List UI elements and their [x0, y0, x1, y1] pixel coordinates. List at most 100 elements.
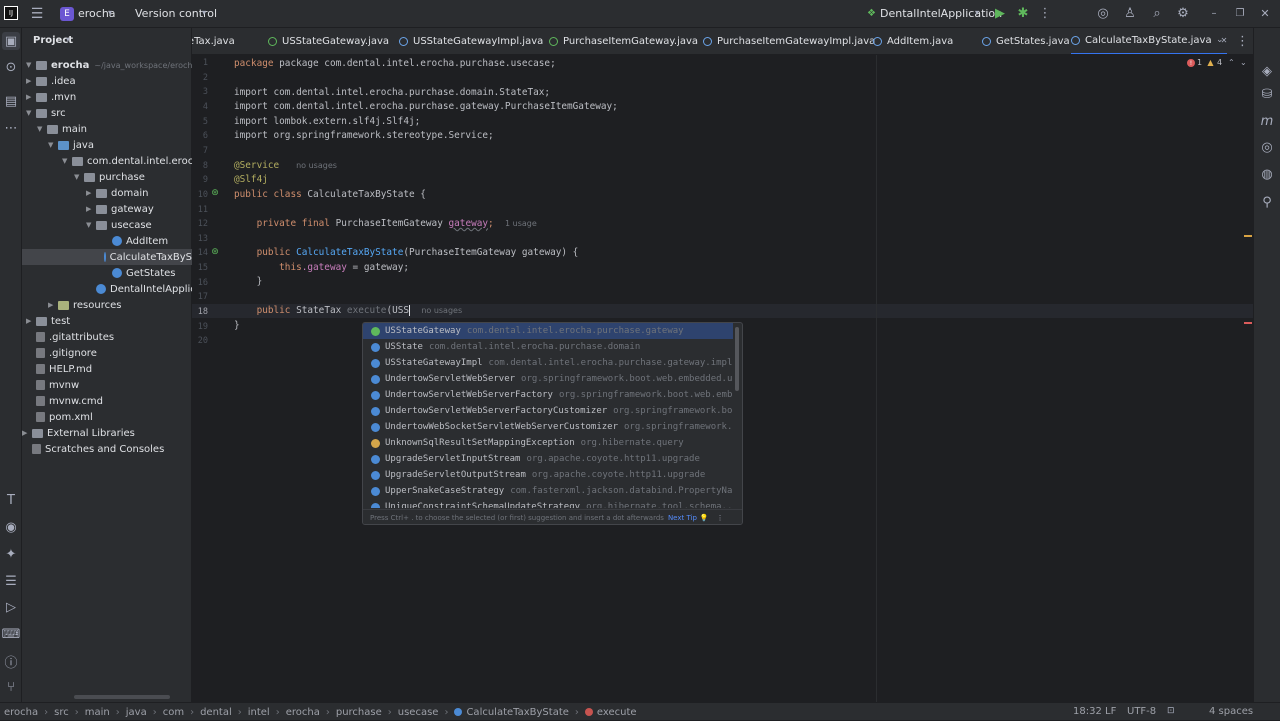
debug-icon[interactable]: ✱ [1016, 6, 1030, 21]
database-tool-icon[interactable]: ☰ [3, 573, 19, 589]
tree-item[interactable]: pom.xml [22, 409, 93, 425]
tree-item[interactable]: HELP.md [22, 361, 92, 377]
tree-item[interactable]: ▼ erocha ~/java_workspace/erocha [22, 57, 192, 73]
tree-item[interactable]: GetStates [22, 265, 176, 281]
plugins-tool-icon[interactable]: ✦ [3, 546, 19, 562]
chevron-right-icon[interactable]: ▶ [26, 77, 36, 85]
editor-tab[interactable]: AddItem.java [873, 28, 953, 54]
chevron-down-icon[interactable]: ⌄ [1240, 58, 1247, 67]
services-tool-icon[interactable]: ◉ [3, 519, 19, 535]
tree-item[interactable]: ▶ .mvn [22, 89, 76, 105]
tree-item[interactable]: ▼ src [22, 105, 66, 121]
tree-item[interactable]: ▶ test [22, 313, 70, 329]
breadcrumb-item[interactable]: main [85, 707, 110, 718]
chevron-down-icon[interactable]: ▼ [86, 221, 96, 229]
settings-icon[interactable]: ⚙ [1176, 6, 1190, 21]
more-icon[interactable]: ⋮ [1039, 6, 1052, 21]
tree-item[interactable]: ▶ gateway [22, 201, 154, 217]
build-tool-icon[interactable]: T [3, 492, 19, 508]
ai-assistant-icon[interactable]: ◎ [1096, 6, 1110, 21]
chevron-up-icon[interactable]: ⌃ [1228, 58, 1235, 67]
chevron-right-icon[interactable]: ▶ [48, 301, 58, 309]
tree-item[interactable]: ▶ domain [22, 185, 148, 201]
completion-item[interactable]: UndertowServletWebServer org.springframew… [363, 371, 733, 387]
editor-tab[interactable]: teTax.java [192, 28, 235, 54]
chevron-down-icon[interactable]: ▼ [62, 157, 72, 165]
completion-item[interactable]: UpgradeServletOutputStream org.apache.coy… [363, 467, 733, 483]
search-icon[interactable]: ⌕ [1150, 6, 1164, 21]
tree-item[interactable]: .gitattributes [22, 329, 114, 345]
warning-icon[interactable]: ▲ [1206, 58, 1215, 67]
editor-tab[interactable]: USStateGateway.java [268, 28, 389, 54]
tree-item[interactable]: CalculateTaxByS [22, 249, 192, 265]
line-separator[interactable]: LF [1105, 706, 1116, 717]
ai-chat-icon[interactable]: ◎ [1259, 139, 1275, 155]
editor-tab[interactable]: PurchaseItemGatewayImpl.java [703, 28, 875, 54]
warning-stripe-marker[interactable] [1244, 235, 1252, 237]
more-tools-icon[interactable]: ⋯ [3, 120, 19, 136]
more-icon[interactable]: ⋮ [1236, 34, 1249, 49]
breadcrumb-item[interactable]: dental [200, 707, 232, 718]
more-icon[interactable]: ⋮ [717, 514, 724, 522]
maven-icon[interactable]: m [1259, 113, 1275, 129]
gradle-icon[interactable]: ◍ [1259, 166, 1275, 182]
tree-item[interactable]: mvnw [22, 377, 79, 393]
tab-list-icon[interactable]: ⌄ [1216, 35, 1224, 45]
chevron-right-icon[interactable]: ▶ [86, 189, 96, 197]
tree-item[interactable]: ▼ usecase [22, 217, 152, 233]
error-count[interactable]: 1 [1197, 58, 1202, 67]
breadcrumb-item[interactable]: src [54, 707, 69, 718]
notifications-icon[interactable]: ◈ [1259, 63, 1275, 79]
breadcrumb-item[interactable]: usecase [398, 707, 439, 718]
chevron-down-icon[interactable]: ▼ [26, 109, 36, 117]
warning-count[interactable]: 4 [1217, 58, 1222, 67]
tree-item[interactable]: DentalIntelApplication [22, 281, 192, 297]
tree-item[interactable]: ▶ .idea [22, 73, 76, 89]
indent-setting[interactable]: 4 spaces [1209, 706, 1253, 717]
tree-item[interactable]: .gitignore [22, 345, 97, 361]
project-tool-icon[interactable]: ▣ [2, 32, 20, 50]
chevron-right-icon[interactable]: ▶ [86, 205, 96, 213]
breadcrumb-item[interactable]: execute [597, 707, 637, 718]
chevron-down-icon[interactable]: ▼ [74, 173, 84, 181]
chevron-down-icon[interactable]: ▼ [37, 125, 47, 133]
completion-item[interactable]: UniqueConstraintSchemaUpdateStrategy org.… [363, 499, 733, 508]
completion-item[interactable]: UndertowServletWebServerFactoryCustomize… [363, 403, 733, 419]
lock-icon[interactable]: ⊡ [1167, 706, 1175, 716]
completion-item[interactable]: UpgradeServletInputStream org.apache.coyo… [363, 451, 733, 467]
editor-tab[interactable]: USStateGatewayImpl.java [399, 28, 543, 54]
restore-icon[interactable]: ❐ [1233, 6, 1247, 20]
completion-item[interactable]: UndertowWebSocketServletWebServerCustomi… [363, 419, 733, 435]
run-tool-icon[interactable]: ▷ [3, 599, 19, 615]
completion-item[interactable]: USStateGatewayImpl com.dental.intel.eroch… [363, 355, 733, 371]
tree-item[interactable]: ▼ main [22, 121, 87, 137]
editor-tab[interactable]: PurchaseItemGateway.java [549, 28, 698, 54]
tree-item[interactable]: Scratches and Consoles [22, 441, 164, 457]
breadcrumb-item[interactable]: erocha [286, 707, 320, 718]
chevron-right-icon[interactable]: ▶ [26, 93, 36, 101]
main-menu-icon[interactable]: ☰ [28, 5, 46, 23]
breadcrumb-item[interactable]: erocha [4, 707, 38, 718]
error-stripe-marker[interactable] [1244, 322, 1252, 324]
editor-tab[interactable]: CalculateTaxByState.java ✕ [1071, 28, 1228, 54]
completion-item[interactable]: USStateGateway com.dental.intel.erocha.pu… [363, 323, 733, 339]
tree-item[interactable]: ▶ External Libraries [22, 425, 135, 441]
run-config-selector[interactable]: DentalIntelApplication [880, 7, 1002, 20]
structure-tool-icon[interactable]: ▤ [3, 93, 19, 109]
completion-item[interactable]: UpperSnakeCaseStrategy com.fasterxml.jack… [363, 483, 733, 499]
completion-item[interactable]: UndertowServletWebServerFactory org.sprin… [363, 387, 733, 403]
code-editor[interactable]: 1 2 3 4 5 6 7 8 9 10 11 12 13 14 15 16 17 18 19 20 ⊛ ⊛ pack… [192, 55, 1253, 702]
breadcrumb-item[interactable]: java [126, 707, 147, 718]
tree-horizontal-scrollbar[interactable] [74, 695, 170, 699]
file-encoding[interactable]: UTF-8 [1127, 706, 1156, 717]
minimize-icon[interactable]: – [1207, 6, 1221, 20]
usages-hint[interactable]: no usages [296, 161, 337, 170]
tree-item[interactable]: ▼ com.dental.intel.erocha [22, 153, 192, 169]
breadcrumb-item[interactable]: com [163, 707, 184, 718]
next-tip-link[interactable]: Next Tip [668, 514, 697, 522]
chevron-down-icon[interactable]: ▼ [48, 141, 58, 149]
usages-hint[interactable]: 1 usage [505, 219, 537, 228]
chevron-down-icon[interactable]: ▼ [26, 61, 36, 69]
completion-scrollbar[interactable] [735, 327, 739, 391]
tree-item[interactable]: AddItem [22, 233, 168, 249]
